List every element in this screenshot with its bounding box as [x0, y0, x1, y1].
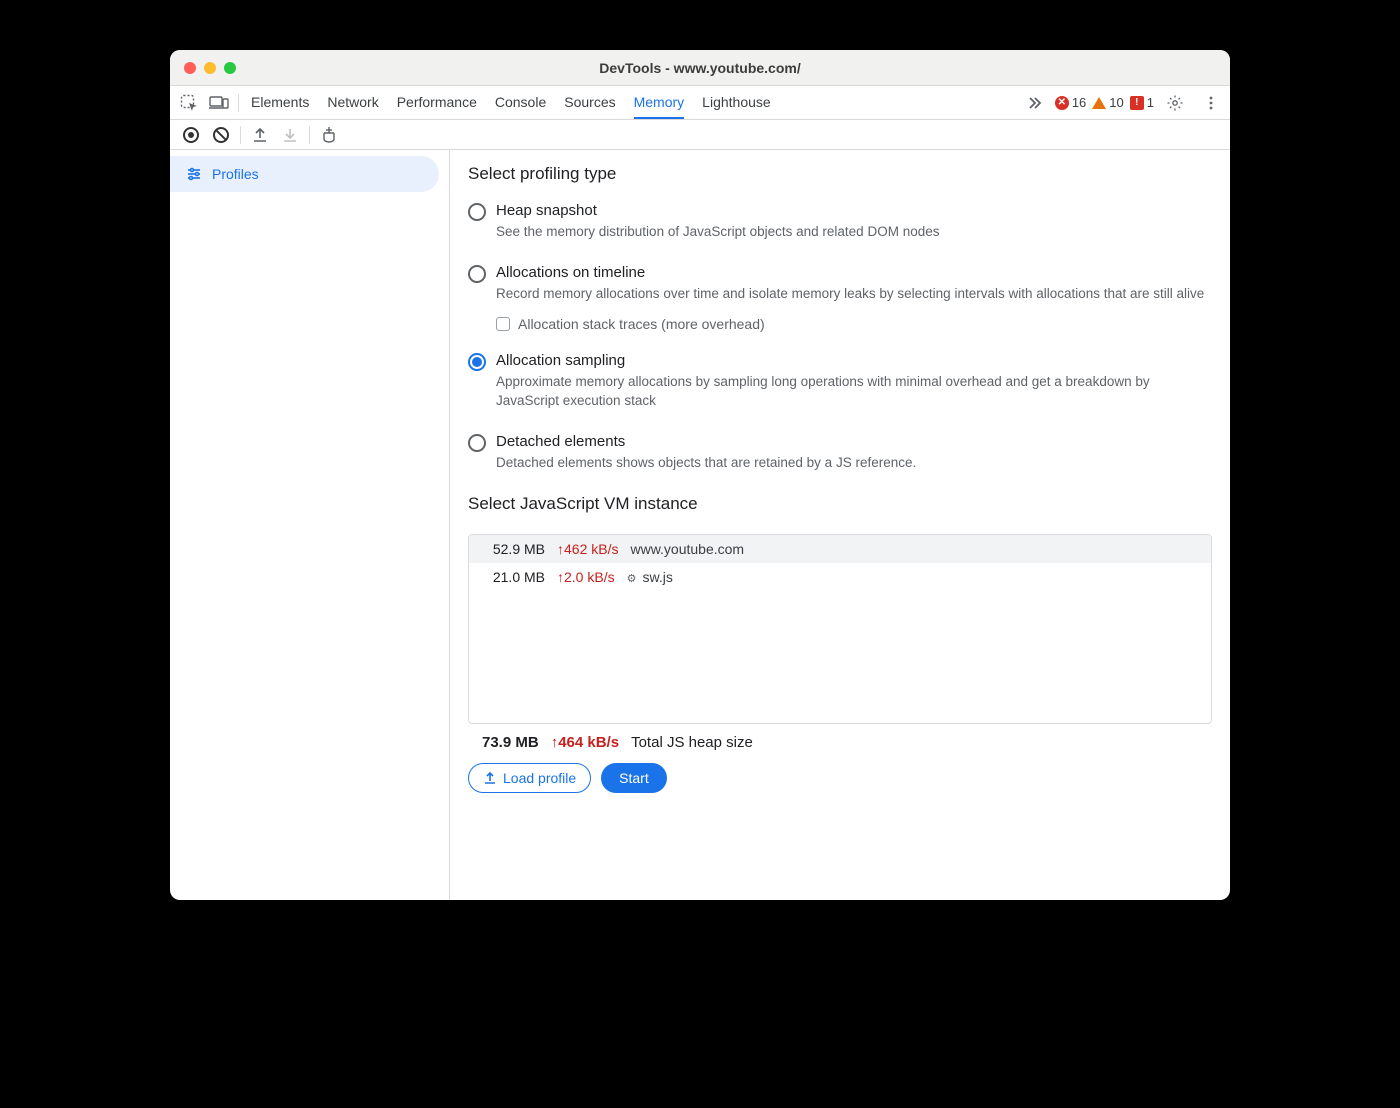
tab-network[interactable]: Network: [327, 87, 378, 119]
option-heap-snapshot[interactable]: Heap snapshot See the memory distributio…: [468, 196, 1212, 244]
upload-icon: [483, 771, 497, 785]
option-label: Heap snapshot: [496, 202, 939, 219]
up-arrow-icon: ↑: [557, 541, 564, 557]
radio-allocations-timeline[interactable]: [468, 265, 486, 283]
error-counter[interactable]: ✕ 16: [1055, 95, 1086, 110]
minimize-window-button[interactable]: [204, 62, 216, 74]
vm-trend: ↑462 kB/s: [557, 541, 618, 557]
sidebar-item-profiles[interactable]: Profiles: [170, 156, 439, 192]
option-label: Allocations on timeline: [496, 264, 1204, 281]
total-label: Total JS heap size: [631, 734, 753, 751]
warning-count: 10: [1109, 95, 1123, 110]
option-desc: Detached elements shows objects that are…: [496, 454, 916, 473]
inspect-element-icon[interactable]: [175, 89, 203, 117]
tab-performance[interactable]: Performance: [397, 87, 477, 119]
option-allocation-sampling[interactable]: Allocation sampling Approximate memory a…: [468, 346, 1212, 413]
radio-detached-elements[interactable]: [468, 434, 486, 452]
separator: [309, 126, 310, 144]
devtools-window: DevTools - www.youtube.com/ Elements Net…: [170, 50, 1230, 900]
warning-icon: [1092, 97, 1106, 109]
vm-trend: ↑2.0 kB/s: [557, 569, 615, 585]
tab-console[interactable]: Console: [495, 87, 546, 119]
vm-row[interactable]: 52.9 MB ↑462 kB/s www.youtube.com: [469, 535, 1211, 563]
vm-size: 21.0 MB: [483, 569, 545, 585]
error-icon: ✕: [1055, 96, 1069, 110]
total-trend: ↑464 kB/s: [551, 734, 619, 751]
option-label: Allocation sampling: [496, 352, 1212, 369]
download-icon[interactable]: [276, 121, 304, 149]
issue-count: 1: [1147, 95, 1154, 110]
radio-heap-snapshot[interactable]: [468, 203, 486, 221]
load-profile-label: Load profile: [503, 770, 576, 786]
kebab-menu-icon[interactable]: [1197, 89, 1225, 117]
sliders-icon: [186, 166, 202, 182]
tab-memory[interactable]: Memory: [634, 87, 685, 119]
issue-icon: !: [1130, 96, 1144, 110]
titlebar: DevTools - www.youtube.com/: [170, 50, 1230, 86]
memory-panel-content: Select profiling type Heap snapshot See …: [450, 150, 1230, 900]
vm-size: 52.9 MB: [483, 541, 545, 557]
vm-instance-heading: Select JavaScript VM instance: [468, 494, 1212, 514]
radio-allocation-sampling[interactable]: [468, 353, 486, 371]
settings-icon[interactable]: [1161, 89, 1189, 117]
issue-counter[interactable]: ! 1: [1130, 95, 1154, 110]
vm-instance-list: 52.9 MB ↑462 kB/s www.youtube.com 21.0 M…: [468, 534, 1212, 724]
window-title: DevTools - www.youtube.com/: [170, 60, 1230, 76]
checkbox-stack-traces[interactable]: Allocation stack traces (more overhead): [496, 316, 1212, 332]
close-window-button[interactable]: [184, 62, 196, 74]
main-tabbar: Elements Network Performance Console Sou…: [170, 86, 1230, 120]
profiles-sidebar: Profiles: [170, 150, 450, 900]
clear-icon[interactable]: [207, 121, 235, 149]
zoom-window-button[interactable]: [224, 62, 236, 74]
service-worker-icon: ⚙: [627, 572, 639, 584]
profiling-type-heading: Select profiling type: [468, 164, 1212, 184]
more-tabs-icon[interactable]: [1020, 89, 1048, 117]
checkbox-icon[interactable]: [496, 317, 510, 331]
separator: [240, 126, 241, 144]
option-detached-elements[interactable]: Detached elements Detached elements show…: [468, 427, 1212, 475]
tab-elements[interactable]: Elements: [251, 87, 309, 119]
vm-row[interactable]: 21.0 MB ↑2.0 kB/s ⚙ sw.js: [469, 563, 1211, 591]
warning-counter[interactable]: 10: [1092, 95, 1123, 110]
vm-name: www.youtube.com: [630, 541, 744, 557]
load-profile-button[interactable]: Load profile: [468, 763, 591, 793]
collect-garbage-icon[interactable]: [315, 121, 343, 149]
separator: [238, 94, 239, 112]
record-icon[interactable]: [177, 121, 205, 149]
sidebar-item-label: Profiles: [212, 166, 259, 182]
error-count: 16: [1072, 95, 1086, 110]
device-toolbar-icon[interactable]: [205, 89, 233, 117]
total-size: 73.9 MB: [482, 734, 539, 751]
checkbox-label: Allocation stack traces (more overhead): [518, 316, 765, 332]
option-desc: See the memory distribution of JavaScrip…: [496, 223, 939, 242]
option-label: Detached elements: [496, 433, 916, 450]
vm-name: ⚙ sw.js: [627, 569, 673, 585]
start-label: Start: [619, 770, 649, 786]
option-desc: Record memory allocations over time and …: [496, 285, 1204, 304]
start-button[interactable]: Start: [601, 763, 667, 793]
memory-toolbar: [170, 120, 1230, 150]
upload-icon[interactable]: [246, 121, 274, 149]
up-arrow-icon: ↑: [557, 569, 564, 585]
tab-sources[interactable]: Sources: [564, 87, 615, 119]
option-desc: Approximate memory allocations by sampli…: [496, 373, 1212, 411]
tab-lighthouse[interactable]: Lighthouse: [702, 87, 771, 119]
total-heap-row: 73.9 MB ↑464 kB/s Total JS heap size: [468, 724, 1212, 751]
option-allocations-timeline[interactable]: Allocations on timeline Record memory al…: [468, 258, 1212, 306]
